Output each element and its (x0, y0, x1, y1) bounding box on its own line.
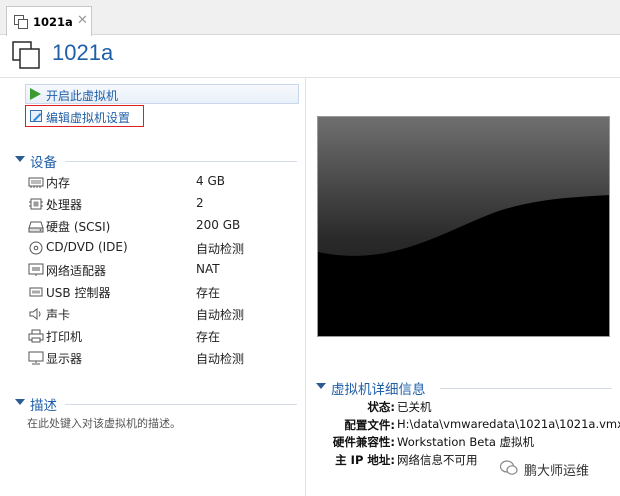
hard-disk-icon (28, 221, 44, 233)
detail-hardware-compatibility: 硬件兼容性: Workstation Beta 虚拟机 (310, 432, 620, 450)
devices-section-header[interactable]: 设备 (15, 151, 300, 171)
vm-icon (14, 15, 28, 29)
vm-title: 1021a (52, 40, 114, 65)
vm-screen-preview[interactable] (317, 116, 610, 337)
cd-dvd-icon (29, 241, 43, 255)
detail-status: 状态: 已关机 (310, 397, 620, 415)
description-section-header[interactable]: 描述 (15, 394, 300, 414)
memory-icon (28, 177, 44, 188)
details-title: 虚拟机详细信息 (331, 382, 426, 398)
device-value: 自动检测 (196, 308, 245, 322)
detail-config-file: 配置文件: H:\data\vmwaredata\1021a\1021a.vmx (310, 415, 620, 433)
device-value: 4 GB (196, 174, 225, 188)
network-adapter-icon (28, 263, 44, 276)
devices-title: 设备 (30, 155, 57, 171)
device-name: USB 控制器 (46, 286, 111, 300)
collapse-icon (15, 156, 25, 162)
header-divider (0, 77, 620, 78)
sound-card-icon (29, 308, 41, 320)
device-name: 声卡 (46, 308, 71, 322)
device-value: 2 (196, 196, 204, 210)
description-input[interactable]: 在此处键入对该虚拟机的描述。 (27, 415, 181, 431)
device-name: 硬盘 (SCSI) (46, 220, 111, 234)
section-divider (440, 388, 612, 389)
tab-strip: 1021a ✕ (0, 0, 620, 36)
device-name: 处理器 (46, 198, 83, 212)
device-value: NAT (196, 262, 220, 276)
section-divider (65, 404, 297, 405)
device-value: 自动检测 (196, 352, 245, 366)
edit-settings-icon (30, 110, 42, 122)
device-value: 存在 (196, 286, 221, 300)
device-processor[interactable]: 处理器 2 (28, 193, 298, 215)
device-name: 显示器 (46, 352, 83, 366)
device-name: CD/DVD (IDE) (46, 240, 128, 254)
preview-graphic (318, 117, 609, 336)
device-name: 内存 (46, 176, 71, 190)
vm-icon (12, 41, 40, 69)
device-name: 网络适配器 (46, 264, 107, 278)
device-name: 打印机 (46, 330, 83, 344)
detail-value: 已关机 (397, 400, 432, 414)
collapse-icon (15, 399, 25, 405)
device-value: 自动检测 (196, 242, 245, 256)
detail-label: 状态: (367, 400, 395, 414)
play-icon (30, 88, 41, 100)
detail-label: 主 IP 地址: (335, 453, 395, 467)
device-cd-dvd[interactable]: CD/DVD (IDE) 自动检测 (28, 237, 298, 259)
detail-value: 网络信息不可用 (397, 453, 478, 467)
edit-settings-label: 编辑虚拟机设置 (46, 111, 131, 125)
device-usb-controller[interactable]: USB 控制器 存在 (28, 281, 298, 303)
processor-icon (29, 198, 43, 210)
device-network-adapter[interactable]: 网络适配器 NAT (28, 259, 298, 281)
close-icon[interactable]: ✕ (77, 13, 88, 28)
device-display[interactable]: 显示器 自动检测 (28, 347, 298, 369)
detail-value: Workstation Beta 虚拟机 (397, 435, 535, 449)
detail-value: H:\data\vmwaredata\1021a\1021a.vmx (397, 417, 620, 431)
usb-controller-icon (29, 287, 43, 297)
pane-divider (305, 78, 306, 496)
details-section-header[interactable]: 虚拟机详细信息 (316, 378, 616, 398)
device-printer[interactable]: 打印机 存在 (28, 325, 298, 347)
wechat-icon (500, 460, 518, 475)
device-value: 200 GB (196, 218, 241, 232)
watermark: 鹏大师运维 (500, 458, 618, 480)
device-hard-disk[interactable]: 硬盘 (SCSI) 200 GB (28, 215, 298, 237)
tab-vm[interactable]: 1021a ✕ (6, 6, 92, 36)
description-title: 描述 (30, 398, 57, 414)
tab-label: 1021a (33, 15, 73, 29)
power-on-label: 开启此虚拟机 (46, 89, 119, 103)
collapse-icon (316, 383, 326, 389)
detail-label: 配置文件: (344, 418, 395, 432)
device-memory[interactable]: 内存 4 GB (28, 171, 298, 193)
printer-icon (28, 329, 44, 343)
power-on-button[interactable]: 开启此虚拟机 (25, 84, 299, 104)
device-value: 存在 (196, 330, 221, 344)
detail-label: 硬件兼容性: (332, 435, 395, 449)
watermark-text: 鹏大师运维 (524, 464, 590, 479)
display-icon (28, 351, 44, 365)
device-sound-card[interactable]: 声卡 自动检测 (28, 303, 298, 325)
edit-settings-button[interactable]: 编辑虚拟机设置 (25, 105, 144, 127)
section-divider (65, 161, 297, 162)
